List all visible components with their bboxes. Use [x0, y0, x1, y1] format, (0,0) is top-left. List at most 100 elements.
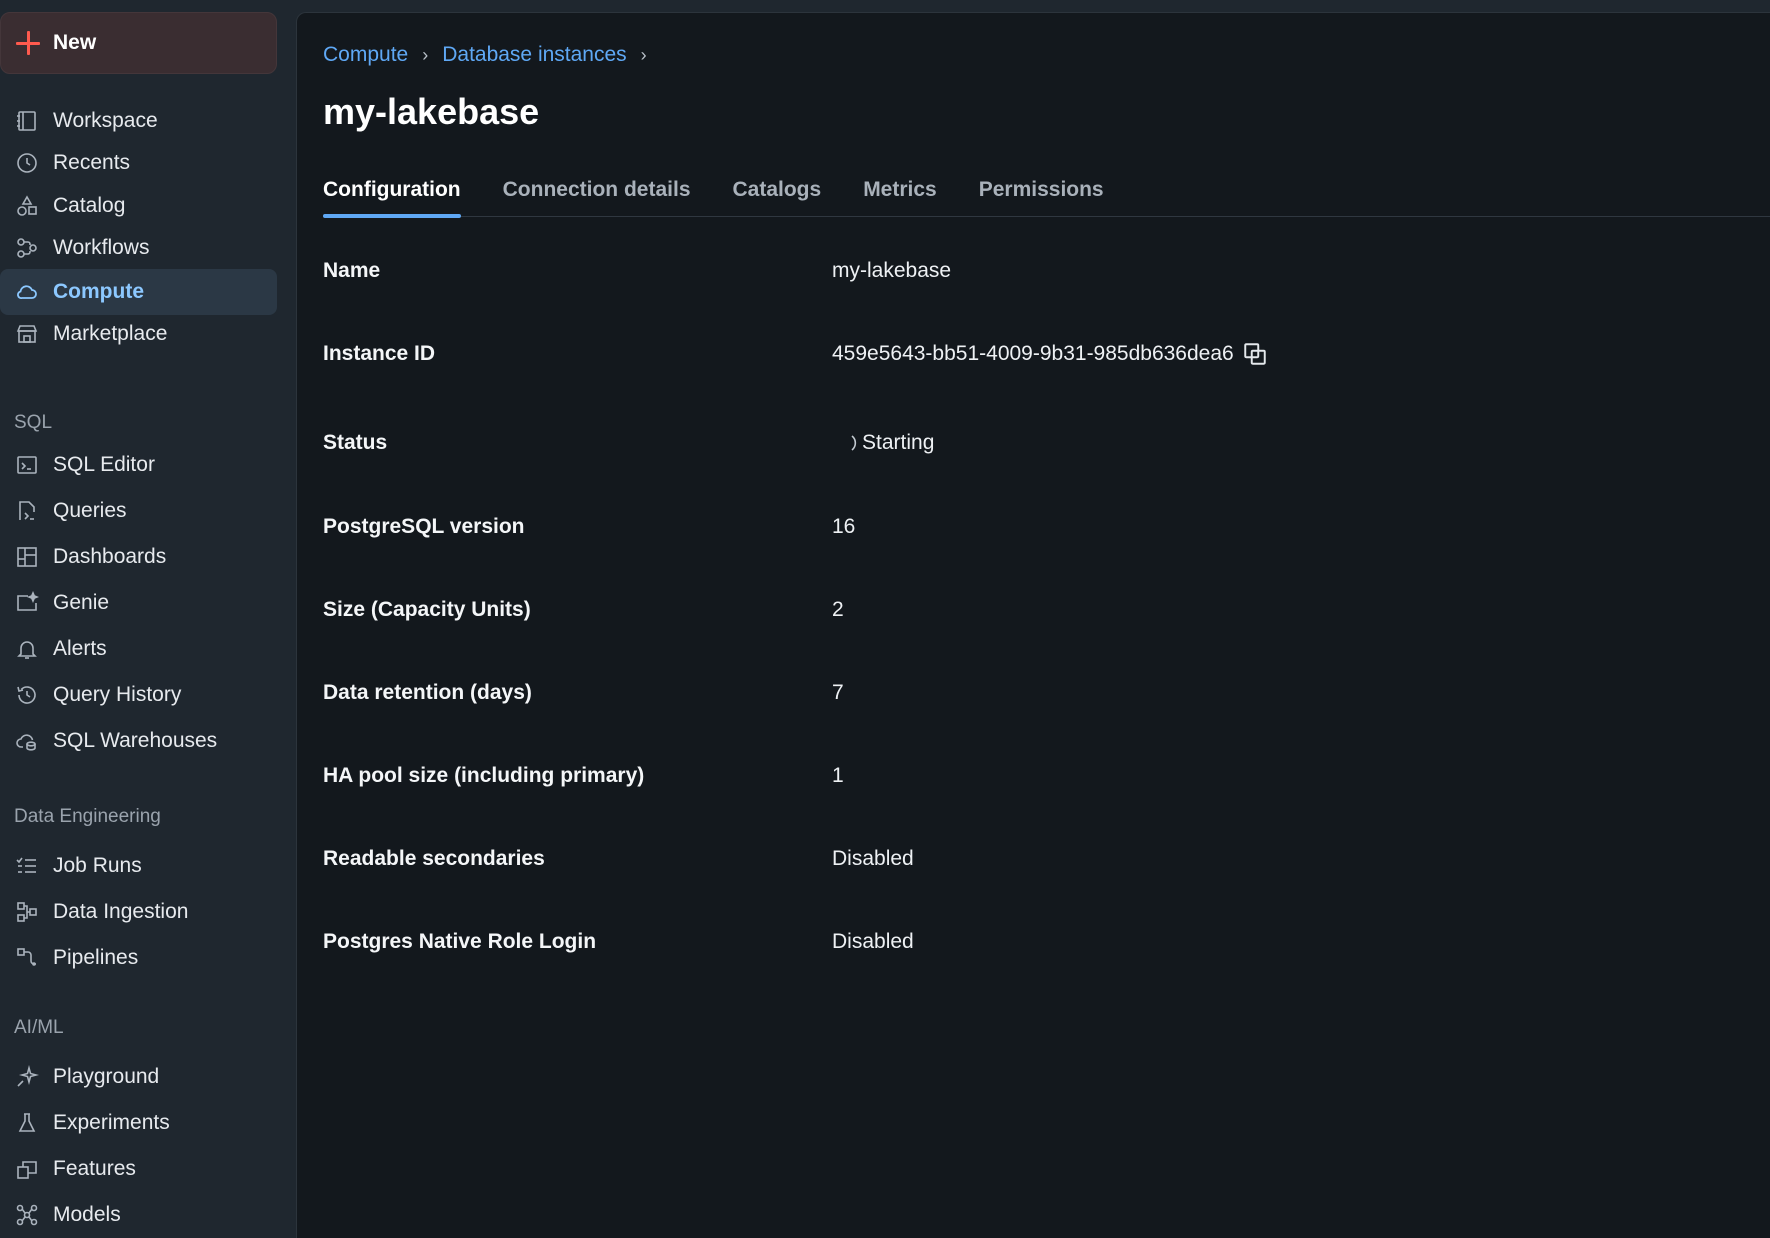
sidebar-item-experiments[interactable]: Experiments [0, 1100, 277, 1146]
config-value-wrap: 459e5643-bb51-4009-9b31-985db636dea6 [832, 341, 1268, 367]
features-icon [14, 1156, 40, 1182]
section-title-sql: SQL [14, 412, 53, 433]
sidebar-item-genie[interactable]: Genie [0, 580, 277, 626]
config-key: Status [323, 431, 388, 454]
sidebar-item-workflows[interactable]: Workflows [0, 225, 277, 271]
section-title-ai-ml: AI/ML [14, 1017, 64, 1038]
breadcrumb: Compute › Database instances › [323, 43, 661, 67]
sidebar-item-compute[interactable]: Compute [0, 269, 277, 315]
sidebar-item-label: Playground [53, 1065, 160, 1088]
chevron-right-icon: › [422, 44, 429, 65]
sidebar-item-label: Dashboards [53, 545, 167, 568]
config-value: Disabled [832, 930, 914, 953]
sidebar-item-label: Experiments [53, 1111, 170, 1134]
config-key: Postgres Native Role Login [323, 930, 597, 953]
query-file-icon [14, 498, 40, 524]
sidebar-item-catalog[interactable]: Catalog [0, 183, 277, 229]
main-content: Compute › Database instances › my-lakeba… [296, 12, 1770, 1238]
config-row-readable-secondaries: Readable secondaries Disabled [323, 839, 1523, 879]
sidebar-item-label: Data Ingestion [53, 900, 189, 923]
sidebar-item-job-runs[interactable]: Job Runs [0, 843, 277, 889]
sidebar-item-label: Workspace [53, 109, 158, 132]
config-key: Size (Capacity Units) [323, 598, 531, 621]
sidebar-item-query-history[interactable]: Query History [0, 672, 277, 718]
breadcrumb-compute[interactable]: Compute [323, 43, 408, 67]
models-icon [14, 1202, 40, 1228]
sidebar-item-label: Marketplace [53, 322, 168, 345]
sidebar-item-label: Recents [53, 151, 131, 174]
dashboard-icon [14, 544, 40, 570]
config-row-instance-id: Instance ID 459e5643-bb51-4009-9b31-985d… [323, 334, 1523, 374]
sidebar-item-dashboards[interactable]: Dashboards [0, 534, 277, 580]
genie-icon [14, 590, 40, 616]
tab-permissions[interactable]: Permissions [979, 163, 1104, 217]
sidebar-item-alerts[interactable]: Alerts [0, 626, 277, 672]
tab-configuration[interactable]: Configuration [323, 163, 461, 218]
store-icon [14, 321, 40, 347]
sidebar-item-label: Compute [53, 280, 144, 303]
clock-icon [14, 150, 40, 176]
sidebar-item-label: Models [53, 1203, 121, 1226]
config-row-size: Size (Capacity Units) 2 [323, 590, 1523, 630]
sidebar-item-models[interactable]: Models [0, 1192, 277, 1238]
sidebar-item-sql-editor[interactable]: SQL Editor [0, 442, 277, 488]
section-title-data-engineering: Data Engineering [14, 806, 161, 827]
config-row-name: Name my-lakebase [323, 251, 1523, 291]
list-check-icon [14, 853, 40, 879]
sidebar-item-label: Features [53, 1157, 136, 1180]
sql-editor-icon [14, 452, 40, 478]
status-value: Starting [862, 431, 935, 454]
config-value-wrap: Starting [832, 431, 934, 455]
config-row-postgresql-version: PostgreSQL version 16 [323, 507, 1523, 547]
flask-icon [14, 1110, 40, 1136]
page-title: my-lakebase [323, 91, 540, 132]
sidebar-item-label: SQL Editor [53, 453, 155, 476]
copy-icon[interactable] [1242, 341, 1268, 367]
sidebar-item-queries[interactable]: Queries [0, 488, 277, 534]
sidebar-item-label: Pipelines [53, 946, 139, 969]
config-value: Disabled [832, 847, 914, 870]
config-value: 16 [832, 515, 856, 538]
sidebar-item-label: Query History [53, 683, 182, 706]
config-row-ha-pool-size: HA pool size (including primary) 1 [323, 756, 1523, 796]
sidebar-item-label: Genie [53, 591, 110, 614]
sidebar-item-data-ingestion[interactable]: Data Ingestion [0, 889, 277, 935]
sidebar-item-recents[interactable]: Recents [0, 140, 277, 186]
sidebar-item-pipelines[interactable]: Pipelines [0, 935, 277, 981]
workflows-icon [14, 235, 40, 261]
warehouse-icon [14, 728, 40, 754]
tab-connection-details[interactable]: Connection details [503, 163, 691, 217]
config-key: Data retention (days) [323, 681, 532, 704]
sidebar-item-features[interactable]: Features [0, 1146, 277, 1192]
sidebar-item-workspace[interactable]: Workspace [0, 98, 277, 144]
config-value: 7 [832, 681, 844, 704]
bell-icon [14, 636, 40, 662]
config-value: 2 [832, 598, 844, 621]
sidebar-item-marketplace[interactable]: Marketplace [0, 311, 277, 357]
sidebar-item-label: Alerts [53, 637, 107, 660]
tab-catalogs[interactable]: Catalogs [733, 163, 822, 217]
breadcrumb-database-instances[interactable]: Database instances [442, 43, 626, 67]
sidebar-item-playground[interactable]: Playground [0, 1054, 277, 1100]
sidebar-item-label: Workflows [53, 236, 150, 259]
sidebar-item-label: SQL Warehouses [53, 729, 218, 752]
sidebar-item-label: Catalog [53, 194, 126, 217]
sparkle-icon [14, 1064, 40, 1090]
loading-spinner-icon [832, 431, 860, 455]
workspace-icon [14, 108, 40, 134]
config-key: PostgreSQL version [323, 515, 525, 538]
plus-icon [15, 30, 41, 56]
config-row-status: Status Starting [323, 423, 1523, 463]
config-row-data-retention: Data retention (days) 7 [323, 673, 1523, 713]
sidebar-item-label: Queries [53, 499, 127, 522]
ingestion-icon [14, 899, 40, 925]
cloud-icon [14, 279, 40, 305]
catalog-icon [14, 193, 40, 219]
config-key: Name [323, 259, 381, 282]
new-button[interactable]: New [0, 12, 277, 74]
config-key: HA pool size (including primary) [323, 764, 645, 787]
sidebar-item-sql-warehouses[interactable]: SQL Warehouses [0, 718, 277, 764]
config-row-native-role-login: Postgres Native Role Login Disabled [323, 922, 1523, 962]
tab-metrics[interactable]: Metrics [863, 163, 937, 217]
sidebar: New Workspace Recents Catalog Workflows [0, 0, 295, 1238]
